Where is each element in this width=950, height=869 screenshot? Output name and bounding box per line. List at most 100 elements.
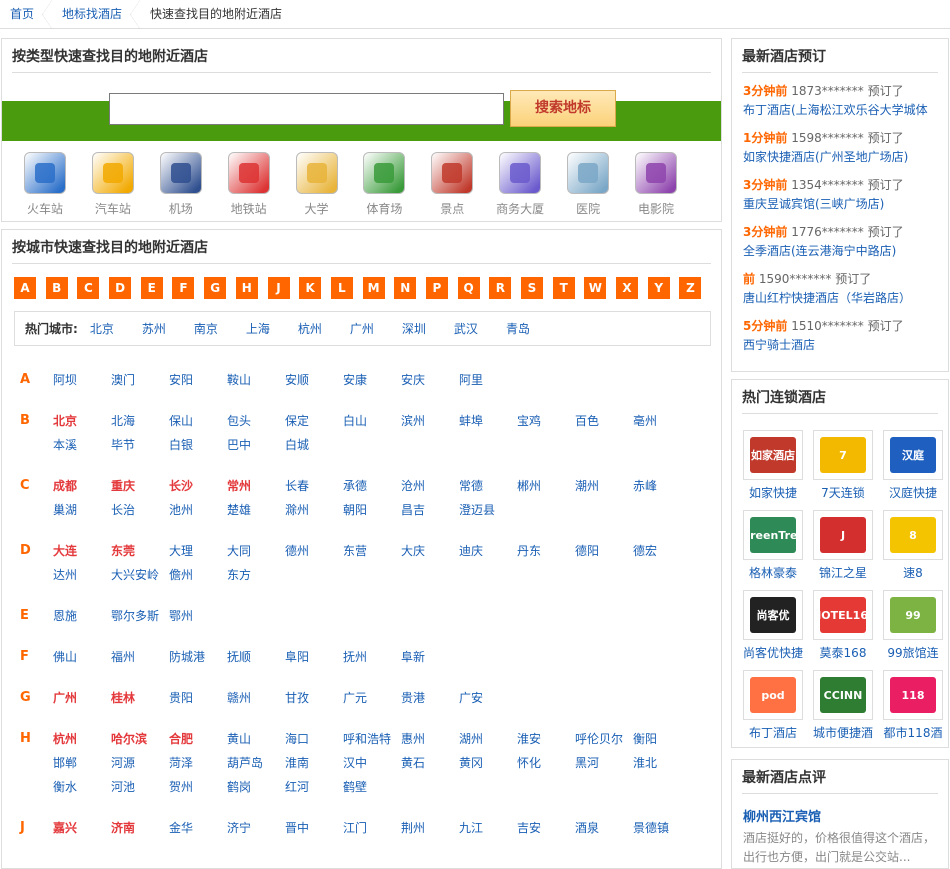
booking-hotel-link[interactable]: 全季酒店(连云港海宁中路店) — [743, 242, 937, 261]
category-subway-map[interactable]: 地铁站 — [215, 152, 283, 217]
chain-item[interactable]: MOTEL168 莫泰168 — [808, 590, 878, 670]
city-link[interactable]: 嘉兴 — [53, 816, 111, 840]
chain-item[interactable]: CCINN 城市便捷酒 — [808, 670, 878, 750]
hot-city-link[interactable]: 深圳 — [402, 320, 426, 337]
city-link[interactable]: 宝鸡 — [517, 409, 575, 433]
city-link[interactable]: 毕节 — [111, 433, 169, 457]
city-link[interactable]: 北海 — [111, 409, 169, 433]
letter-g[interactable]: G — [204, 277, 227, 299]
city-link[interactable]: 白银 — [169, 433, 227, 457]
city-link[interactable]: 合肥 — [169, 727, 227, 751]
chain-name[interactable]: 莫泰168 — [808, 644, 878, 661]
city-link[interactable]: 广元 — [343, 686, 401, 710]
city-link[interactable]: 赣州 — [227, 686, 285, 710]
chain-name[interactable]: 锦江之星 — [808, 564, 878, 581]
city-link[interactable]: 阿坝 — [53, 368, 111, 392]
hot-city-link[interactable]: 上海 — [246, 320, 270, 337]
letter-l[interactable]: L — [330, 277, 353, 299]
search-landmark-button[interactable]: 搜索地标 — [510, 90, 616, 127]
letter-q[interactable]: Q — [457, 277, 480, 299]
city-link[interactable]: 亳州 — [633, 409, 691, 433]
city-link[interactable]: 昌吉 — [401, 498, 459, 522]
city-link[interactable]: 迪庆 — [459, 539, 517, 563]
chain-item[interactable]: 7 7天连锁 — [808, 430, 878, 510]
city-link[interactable]: 黑河 — [575, 751, 633, 775]
city-link[interactable]: 济南 — [111, 816, 169, 840]
letter-x[interactable]: X — [616, 277, 639, 299]
city-link[interactable]: 德州 — [285, 539, 343, 563]
city-link[interactable]: 福州 — [111, 645, 169, 669]
city-link[interactable]: 红河 — [285, 775, 343, 799]
city-link[interactable]: 郴州 — [517, 474, 575, 498]
city-link[interactable]: 大连 — [53, 539, 111, 563]
city-link[interactable]: 鄂州 — [169, 604, 227, 628]
city-link[interactable]: 晋中 — [285, 816, 343, 840]
city-link[interactable]: 本溪 — [53, 433, 111, 457]
city-link[interactable]: 德阳 — [575, 539, 633, 563]
chain-item[interactable]: GreenTree 格林豪泰 — [738, 510, 808, 590]
city-link[interactable]: 百色 — [575, 409, 633, 433]
letter-s[interactable]: S — [521, 277, 543, 299]
city-link[interactable]: 儋州 — [169, 563, 227, 587]
city-link[interactable]: 怀化 — [517, 751, 575, 775]
city-link[interactable]: 景德镇 — [633, 816, 691, 840]
city-link[interactable]: 东营 — [343, 539, 401, 563]
category-bus[interactable]: 汽车站 — [79, 152, 147, 217]
city-link[interactable]: 澄迈县 — [459, 498, 517, 522]
city-link[interactable]: 常州 — [227, 474, 285, 498]
hot-city-link[interactable]: 青岛 — [506, 320, 530, 337]
city-link[interactable]: 恩施 — [53, 604, 111, 628]
city-link[interactable]: 常德 — [459, 474, 517, 498]
city-link[interactable]: 海口 — [285, 727, 343, 751]
letter-c[interactable]: C — [77, 277, 100, 299]
letter-h[interactable]: H — [235, 277, 258, 299]
letter-n[interactable]: N — [394, 277, 417, 299]
city-link[interactable]: 安阳 — [169, 368, 227, 392]
letter-z[interactable]: Z — [679, 277, 702, 299]
category-syringe[interactable]: 医院 — [554, 152, 622, 217]
chain-name[interactable]: 格林豪泰 — [738, 564, 808, 581]
booking-hotel-link[interactable]: 唐山红柠快捷酒店（华岩路店） — [743, 289, 937, 308]
city-link[interactable]: 湖州 — [459, 727, 517, 751]
city-link[interactable]: 滁州 — [285, 498, 343, 522]
hot-city-link[interactable]: 武汉 — [454, 320, 478, 337]
chain-name[interactable]: 99旅馆连 — [878, 644, 948, 661]
city-link[interactable]: 鹤壁 — [343, 775, 401, 799]
letter-a[interactable]: A — [14, 277, 36, 299]
chain-name[interactable]: 尚客优快捷 — [738, 644, 808, 661]
letter-p[interactable]: P — [425, 277, 448, 299]
booking-hotel-link[interactable]: 布丁酒店(上海松江欢乐谷大学城体 — [743, 101, 937, 120]
city-link[interactable]: 重庆 — [111, 474, 169, 498]
city-link[interactable]: 杭州 — [53, 727, 111, 751]
city-link[interactable]: 金华 — [169, 816, 227, 840]
chain-name[interactable]: 7天连锁 — [808, 484, 878, 501]
city-link[interactable]: 河池 — [111, 775, 169, 799]
chain-item[interactable]: 118 都市118酒 — [878, 670, 948, 750]
chain-name[interactable]: 城市便捷酒 — [808, 724, 878, 741]
chain-item[interactable]: J 锦江之星 — [808, 510, 878, 590]
city-link[interactable]: 抚州 — [343, 645, 401, 669]
city-link[interactable]: 白城 — [285, 433, 343, 457]
city-link[interactable]: 甘孜 — [285, 686, 343, 710]
city-link[interactable]: 巢湖 — [53, 498, 111, 522]
city-link[interactable]: 菏泽 — [169, 751, 227, 775]
hot-city-link[interactable]: 苏州 — [142, 320, 166, 337]
city-link[interactable]: 防城港 — [169, 645, 227, 669]
review-hotel-link[interactable]: 柳州西江宾馆 — [743, 806, 937, 825]
city-link[interactable]: 佛山 — [53, 645, 111, 669]
city-link[interactable]: 广州 — [53, 686, 111, 710]
city-link[interactable]: 北京 — [53, 409, 111, 433]
category-stadium[interactable]: 体育场 — [350, 152, 418, 217]
city-link[interactable]: 贺州 — [169, 775, 227, 799]
chain-name[interactable]: 速8 — [878, 564, 948, 581]
city-link[interactable]: 潮州 — [575, 474, 633, 498]
chain-item[interactable]: 汉庭 汉庭快捷 — [878, 430, 948, 510]
city-link[interactable]: 鹤岗 — [227, 775, 285, 799]
city-link[interactable]: 丹东 — [517, 539, 575, 563]
city-link[interactable]: 鞍山 — [227, 368, 285, 392]
hot-city-link[interactable]: 北京 — [90, 320, 114, 337]
city-link[interactable]: 阜阳 — [285, 645, 343, 669]
city-link[interactable]: 蚌埠 — [459, 409, 517, 433]
city-link[interactable]: 黄山 — [227, 727, 285, 751]
letter-f[interactable]: F — [172, 277, 195, 299]
